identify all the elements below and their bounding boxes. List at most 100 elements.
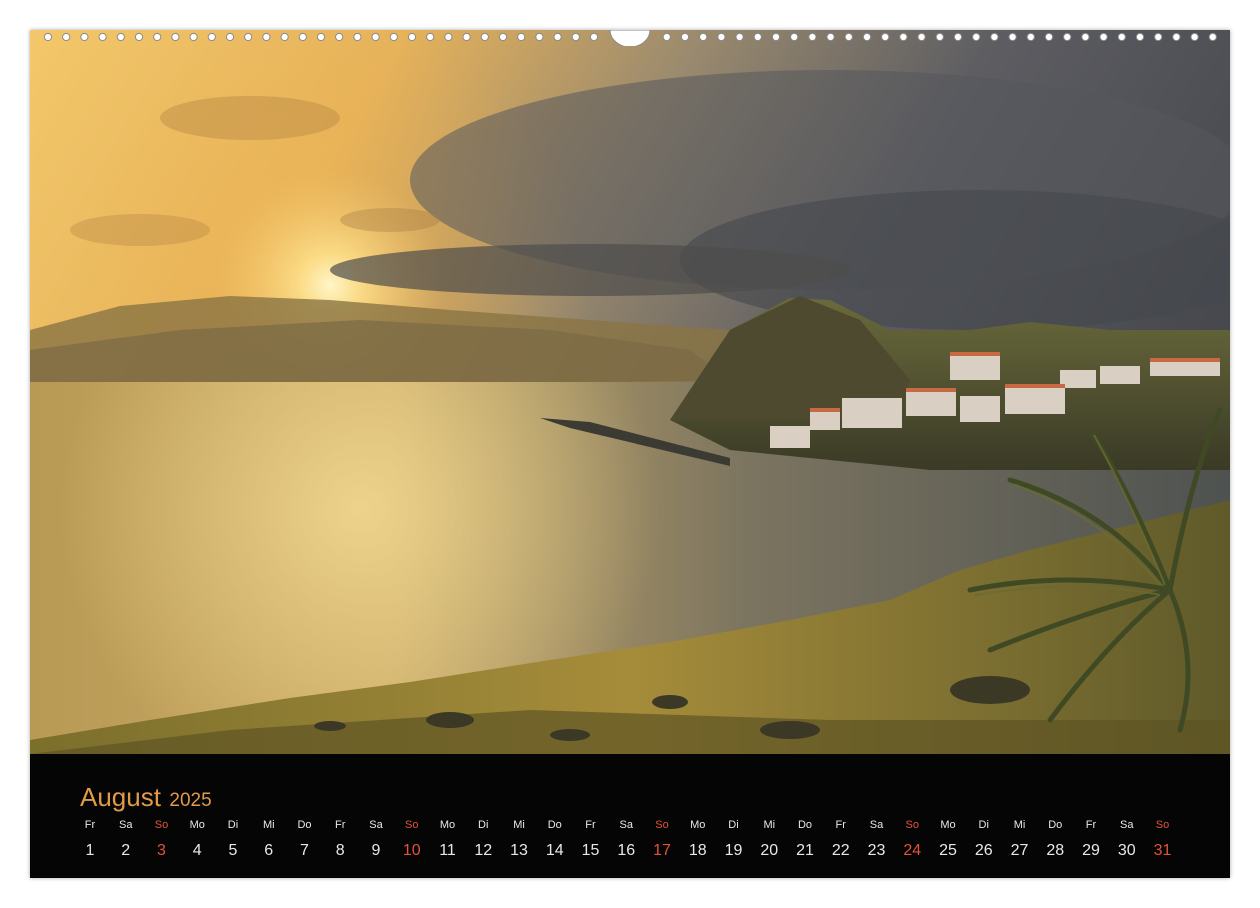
calendar-day: Fr 8 [325, 818, 355, 861]
binding-hole [826, 32, 835, 42]
weekday-label: So [405, 819, 419, 831]
calendar-day: Mo 18 [683, 818, 713, 861]
weekday-label: Do [797, 819, 813, 831]
binding-hole [316, 32, 326, 42]
calendar-day: So 24 [897, 818, 927, 861]
weekday-label: Mi [1013, 819, 1026, 831]
weekday-label: Sa [869, 819, 884, 831]
weekday-label: Do [297, 819, 312, 831]
binding-hole [680, 32, 690, 42]
binding-hole [1063, 32, 1072, 42]
binding-hole [116, 32, 125, 42]
weekday-label: Di [978, 819, 989, 831]
calendar-day: Mi 20 [754, 818, 784, 861]
hanger-notch [609, 30, 651, 46]
weekday-label: Mo [690, 819, 706, 831]
date-number: 17 [653, 842, 671, 859]
binding-hole [353, 32, 362, 42]
date-number: 7 [300, 842, 309, 859]
binding-hole [553, 32, 562, 42]
calendar-day: Sa 16 [611, 818, 641, 861]
date-number: 19 [724, 842, 743, 859]
weekday-label: Mi [262, 819, 275, 831]
weekday-label: Fr [84, 819, 96, 831]
binding-hole [771, 32, 781, 42]
binding-hole [280, 32, 289, 42]
calendar-day: Fr 29 [1076, 818, 1106, 861]
weekday-label: Do [1048, 819, 1063, 831]
binding-hole [189, 32, 198, 42]
day-row: Fr 1 Sa 2 So 3 Mo 4 Di 5 Mi 6 Do 7 Fr 8 Sa 9 So 10 Mo 11 Di 12 M… [75, 818, 1185, 868]
calendar-day: Mo 11 [433, 818, 463, 861]
weekday-label: Di [478, 819, 489, 831]
date-number: 22 [831, 842, 850, 859]
binding-hole [917, 32, 926, 42]
calendar-day: Mo 4 [182, 818, 212, 861]
binding-hole [1172, 32, 1181, 42]
binding-hole [153, 32, 162, 42]
calendar-day: Di 19 [719, 818, 749, 861]
binding-hole [735, 32, 744, 42]
landscape-photo [30, 30, 1230, 754]
calendar-page: August 2025 Fr 1 Sa 2 So 3 Mo 4 Di 5 Mi 6 Do 7 Fr 8 Sa 9 S… [30, 30, 1230, 878]
weekday-label: Mi [763, 819, 776, 831]
binding-hole [426, 32, 435, 42]
weekday-label: Mo [940, 819, 956, 831]
date-number: 28 [1046, 842, 1065, 859]
calendar-day: Fr 15 [576, 818, 606, 861]
calendar-day: Sa 9 [361, 818, 391, 861]
weekday-label: So [905, 819, 919, 831]
weekday-label: Sa [1120, 819, 1134, 831]
calendar-day: Mi 13 [504, 818, 534, 861]
date-number: 29 [1082, 842, 1100, 859]
binding-hole [808, 32, 817, 42]
binding-hole [790, 32, 799, 42]
date-number: 11 [439, 842, 456, 859]
weekday-label: Fr [585, 819, 596, 831]
binding-hole [1117, 32, 1126, 42]
weekday-label: Fr [1085, 819, 1097, 831]
calendar-day: Do 7 [290, 818, 320, 861]
binding-hole [1190, 32, 1199, 42]
calendar-day: So 3 [147, 818, 177, 861]
month-name: August [80, 782, 161, 812]
binding-hole [462, 32, 471, 42]
binding-hole [935, 32, 944, 42]
calendar-day: Di 26 [969, 818, 999, 861]
date-number: 25 [939, 842, 957, 859]
binding-hole [225, 32, 235, 42]
binding-hole [244, 32, 253, 42]
binding-hole [1099, 32, 1108, 42]
calendar-day: Do 21 [790, 818, 820, 861]
date-number: 8 [335, 842, 345, 859]
calendar-day: Mi 27 [1005, 818, 1035, 861]
binding-hole [1135, 32, 1145, 42]
binding-hole [535, 32, 544, 42]
calendar-day: So 31 [1148, 818, 1178, 861]
binding-hole [1154, 32, 1163, 42]
binding-hole [953, 32, 963, 42]
calendar-day: Mi 6 [254, 818, 284, 861]
calendar-day: Sa 30 [1112, 818, 1142, 861]
binding-hole [444, 32, 453, 42]
date-number: 10 [402, 842, 421, 859]
binding-hole [298, 32, 307, 42]
binding-hole [662, 32, 671, 42]
date-number: 24 [903, 842, 922, 859]
binding-hole [171, 32, 180, 42]
calendar-day: So 10 [397, 818, 427, 861]
date-number: 5 [228, 842, 238, 859]
date-number: 15 [581, 842, 600, 859]
month-year: 2025 [169, 790, 212, 811]
calendar-day: Do 14 [540, 818, 570, 861]
date-number: 1 [85, 842, 95, 859]
weekday-label: Sa [619, 819, 633, 831]
date-number: 14 [545, 842, 564, 859]
date-number: 23 [867, 842, 886, 859]
binding-hole [62, 32, 71, 42]
date-number: 2 [121, 842, 131, 859]
weekday-label: Mi [513, 819, 525, 831]
weekday-label: Di [227, 819, 239, 831]
binding-hole [972, 32, 981, 42]
weekday-label: Do [547, 819, 562, 831]
